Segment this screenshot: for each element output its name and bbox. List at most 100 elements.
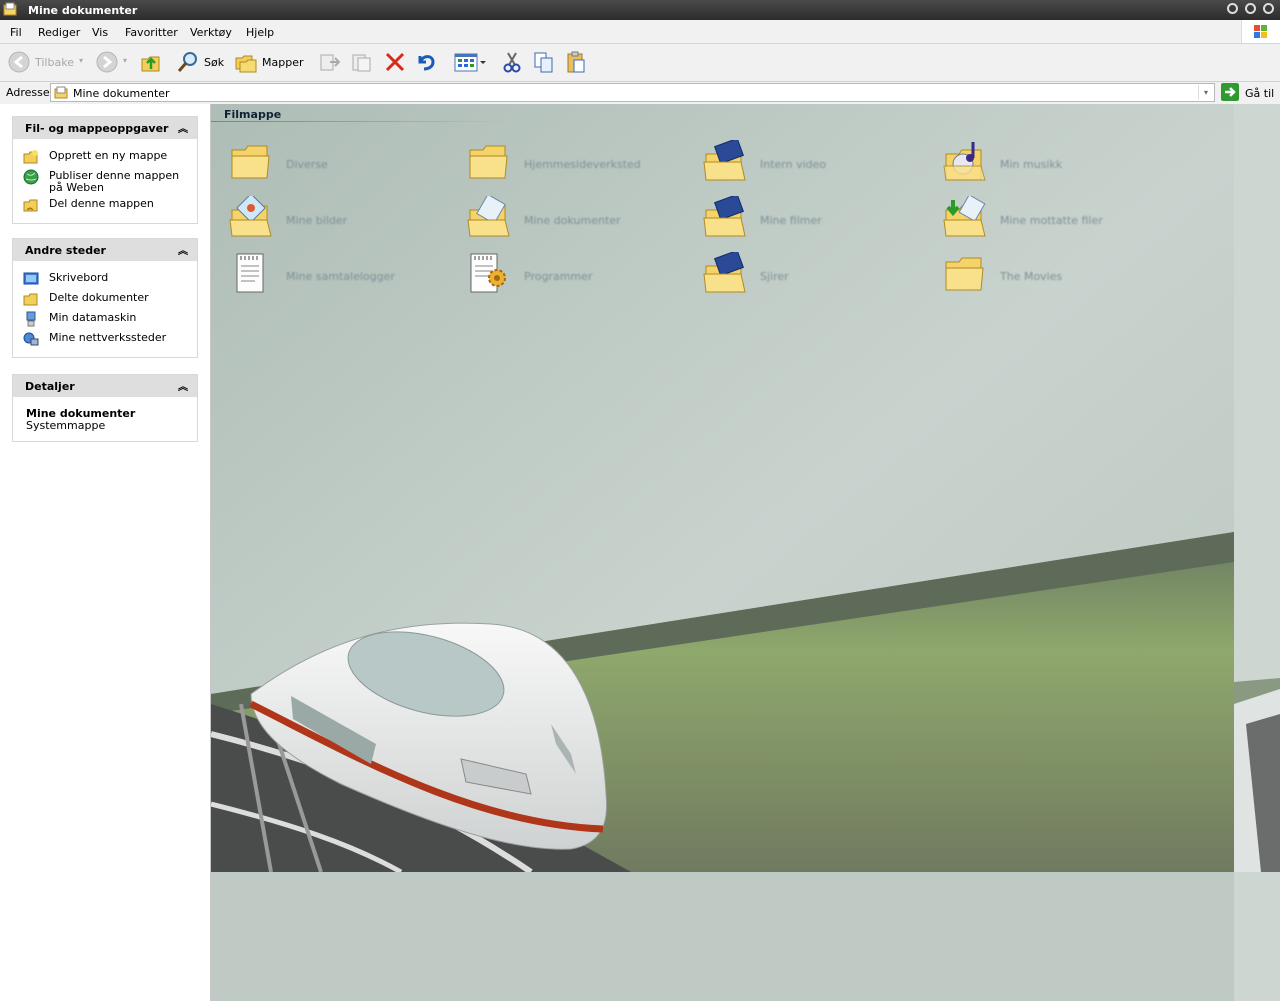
my-documents-icon — [54, 86, 68, 99]
collapse-chevron-icon[interactable]: ︽ — [178, 120, 188, 135]
toolbar: Tilbake ▾ ▾ Søk Mapper — [0, 44, 1280, 82]
folder-item[interactable]: Programmer — [467, 252, 697, 300]
close-button[interactable] — [1263, 3, 1274, 14]
forward-arrow-icon — [96, 51, 118, 73]
delete-icon — [385, 52, 405, 72]
search-button[interactable]: Søk — [176, 50, 228, 74]
paste-icon — [567, 51, 585, 73]
share-folder-icon — [23, 199, 38, 212]
details-type: Systemmappe — [26, 419, 106, 432]
move-to-icon — [320, 54, 341, 71]
search-label: Søk — [204, 56, 225, 69]
views-button[interactable] — [454, 50, 488, 74]
up-folder-icon — [141, 56, 160, 72]
folders-icon — [235, 55, 257, 73]
folder-item[interactable]: Mine samtalelogger — [229, 252, 459, 300]
folder-item[interactable]: Min musikk — [943, 140, 1173, 188]
menu-tools[interactable]: Verktøy — [190, 26, 232, 39]
back-button[interactable]: Tilbake ▾ — [7, 50, 87, 74]
delete-button[interactable] — [384, 50, 406, 74]
music-folder-icon — [943, 142, 986, 181]
folder-item[interactable]: Mine bilder — [229, 196, 459, 244]
go-label: Gå til — [1245, 87, 1275, 100]
go-arrow-icon — [1221, 83, 1239, 101]
folder-item[interactable]: Hjemmesideverksted — [467, 140, 697, 188]
menu-help[interactable]: Hjelp — [246, 26, 274, 39]
documents-folder-icon — [467, 196, 510, 237]
address-label: Adresse — [6, 86, 50, 99]
folder-item[interactable]: Diverse — [229, 140, 459, 188]
group-divider — [211, 121, 511, 122]
my-documents-icon — [3, 2, 17, 16]
folder-item[interactable]: Mine filmer — [703, 196, 933, 244]
cut-icon — [503, 52, 521, 73]
menu-favorites[interactable]: Favoritter — [125, 26, 178, 39]
windows-logo-icon — [1241, 20, 1280, 43]
folders-label: Mapper — [262, 56, 304, 69]
collapse-chevron-icon[interactable]: ︽ — [178, 378, 188, 393]
copy-to-button[interactable] — [350, 50, 374, 74]
back-arrow-icon — [8, 51, 30, 73]
go-button[interactable]: Gå til — [1221, 83, 1277, 102]
folder-item[interactable]: The Movies — [943, 252, 1173, 300]
cut-button[interactable] — [500, 50, 524, 74]
window-title: Mine dokumenter — [28, 4, 138, 17]
copy-icon — [534, 52, 553, 73]
address-input[interactable]: Mine dokumenter ▾ — [50, 83, 1215, 102]
undo-icon — [418, 55, 435, 71]
received-files-folder-icon — [943, 196, 986, 237]
folder-view: Filmappe Diverse Hjemmesideverksted Inte… — [211, 104, 1280, 1001]
task-pane: Fil- og mappeoppgaver ︽ Opprett en ny ma… — [0, 104, 211, 1001]
folder-item[interactable]: Mine mottatte filer — [943, 196, 1173, 244]
computer-icon — [26, 311, 36, 327]
globe-icon — [23, 169, 39, 185]
details-box: Detaljer ︽ Mine dokumenter Systemmappe — [12, 374, 198, 442]
title-bar: Mine dokumenter — [0, 0, 1280, 20]
folder-item[interactable]: Mine dokumenter — [467, 196, 697, 244]
video-folder-icon — [703, 196, 746, 237]
other-places-title: Andre steder — [25, 244, 106, 257]
menu-edit[interactable]: Rediger — [38, 26, 80, 39]
address-bar: Adresse Mine dokumenter ▾ Gå til — [0, 82, 1280, 105]
maximize-button[interactable] — [1245, 3, 1256, 14]
address-value: Mine dokumenter — [73, 87, 170, 100]
folder-icon — [231, 145, 270, 179]
shared-folder-icon — [23, 293, 38, 306]
other-places-box: Andre steder ︽ Skrivebord Delte dokument… — [12, 238, 198, 358]
desktop-icon — [23, 272, 39, 285]
folder-icon — [945, 257, 984, 291]
text-document-icon — [236, 253, 264, 293]
video-folder-icon — [703, 252, 746, 293]
details-title: Detaljer — [25, 380, 75, 393]
menu-file[interactable]: Fil — [10, 26, 22, 39]
folders-button[interactable]: Mapper — [234, 50, 304, 74]
menu-bar: Fil Rediger Vis Favoritter Verktøy Hjelp — [0, 20, 1280, 44]
pictures-folder-icon — [229, 196, 272, 237]
file-tasks-header[interactable]: Fil- og mappeoppgaver ︽ — [13, 117, 197, 139]
folder-item[interactable]: Intern video — [703, 140, 933, 188]
details-header[interactable]: Detaljer ︽ — [13, 375, 197, 397]
forward-button[interactable]: ▾ — [95, 50, 131, 74]
views-icon — [454, 53, 486, 72]
folder-item[interactable]: Sjirer — [703, 252, 933, 300]
paste-button[interactable] — [564, 50, 588, 74]
menu-view[interactable]: Vis — [92, 26, 108, 39]
file-tasks-title: Fil- og mappeoppgaver — [25, 122, 169, 135]
programs-icon — [470, 253, 506, 293]
other-places-header[interactable]: Andre steder ︽ — [13, 239, 197, 261]
copy-button[interactable] — [532, 50, 556, 74]
search-icon — [177, 52, 197, 72]
video-folder-icon — [703, 140, 746, 181]
network-places-icon — [23, 332, 39, 346]
address-dropdown-icon[interactable]: ▾ — [1198, 85, 1213, 100]
back-label: Tilbake — [35, 56, 74, 69]
folder-icon — [469, 145, 508, 179]
group-header: Filmappe — [224, 108, 282, 121]
minimize-button[interactable] — [1227, 3, 1238, 14]
new-folder-icon — [23, 150, 38, 164]
undo-button[interactable] — [414, 50, 438, 74]
file-tasks-box: Fil- og mappeoppgaver ︽ Opprett en ny ma… — [12, 116, 198, 224]
move-to-button[interactable] — [318, 50, 342, 74]
up-folder-button[interactable] — [139, 50, 163, 74]
collapse-chevron-icon[interactable]: ︽ — [178, 242, 188, 257]
